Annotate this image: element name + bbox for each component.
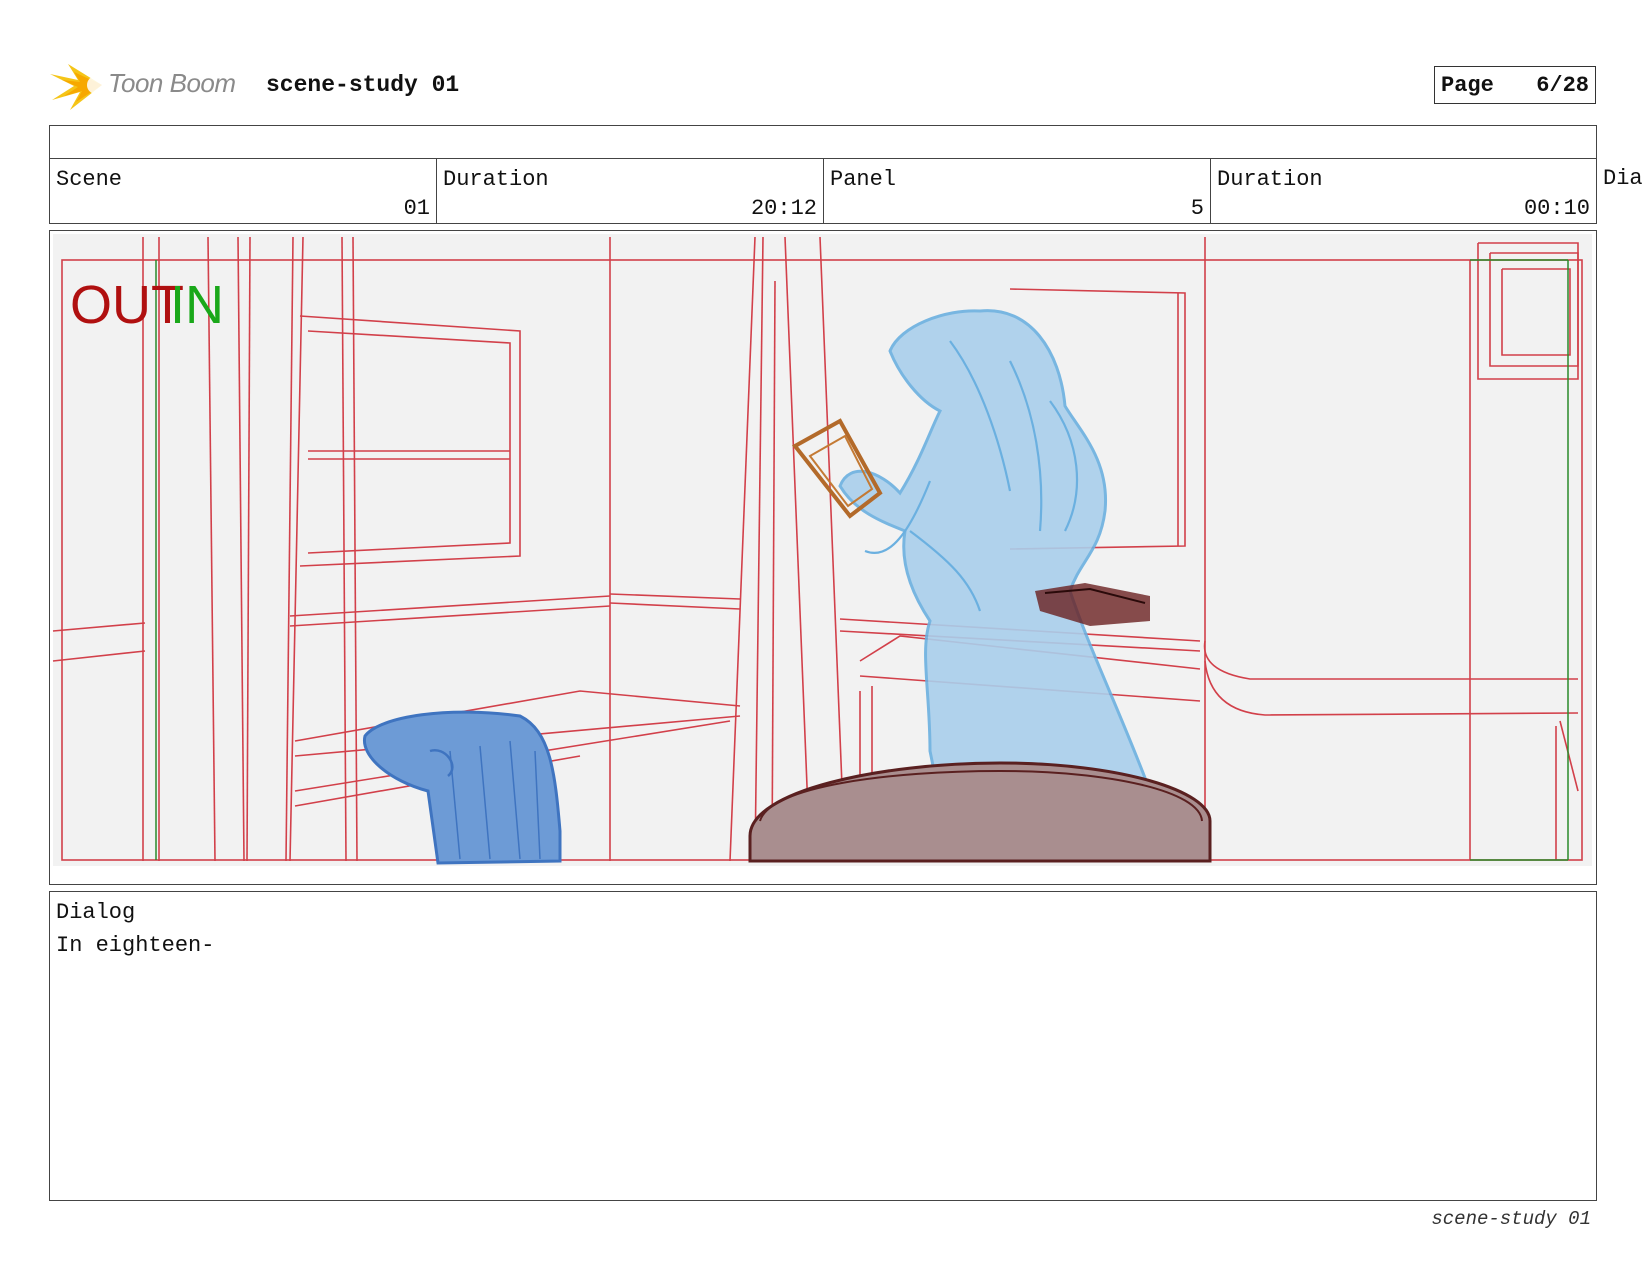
scene-value: 01 [403,196,430,221]
document-title: scene-study 01 [266,72,460,98]
dialog-text: In eighteen- [56,933,215,958]
dialog-cut-cell: Dia [1597,158,1648,224]
panel-duration-label: Duration [1217,167,1323,192]
panel-label: Panel [830,167,897,192]
page-number: 6/28 [1536,72,1589,98]
storyboard-panel: OUT IN [49,230,1597,885]
scene-label: Scene [56,167,123,192]
scene-cell: Scene 01 [49,158,436,224]
page-label: Page [1441,72,1494,98]
scene-duration-cell: Duration 20:12 [436,158,823,224]
panel-duration-value: 00:10 [1523,196,1590,221]
scene-duration-label: Duration [443,167,549,192]
in-marker: IN [170,275,224,335]
toon-boom-logo: Toon Boom [50,58,250,112]
top-blank-row [49,125,1597,159]
dialog-cut-label: Dia [1603,166,1643,191]
dialog-label: Dialog [56,900,136,925]
panel-cell: Panel 5 [823,158,1210,224]
logo-wordmark: Toon Boom [108,68,236,98]
out-marker: OUT [70,275,184,335]
page-indicator: Page 6/28 [1434,66,1596,104]
panel-drawing: OUT IN [52,234,1592,866]
panel-duration-cell: Duration 00:10 [1210,158,1597,224]
panel-value: 5 [1190,196,1204,221]
starburst-logo-icon [50,64,105,110]
footer-title: scene-study 01 [1431,1208,1591,1230]
dialog-box: Dialog In eighteen- [49,891,1597,1201]
info-row: Scene 01 Duration 20:12 Panel 5 Duration… [49,158,1648,224]
scene-duration-value: 20:12 [750,196,817,221]
